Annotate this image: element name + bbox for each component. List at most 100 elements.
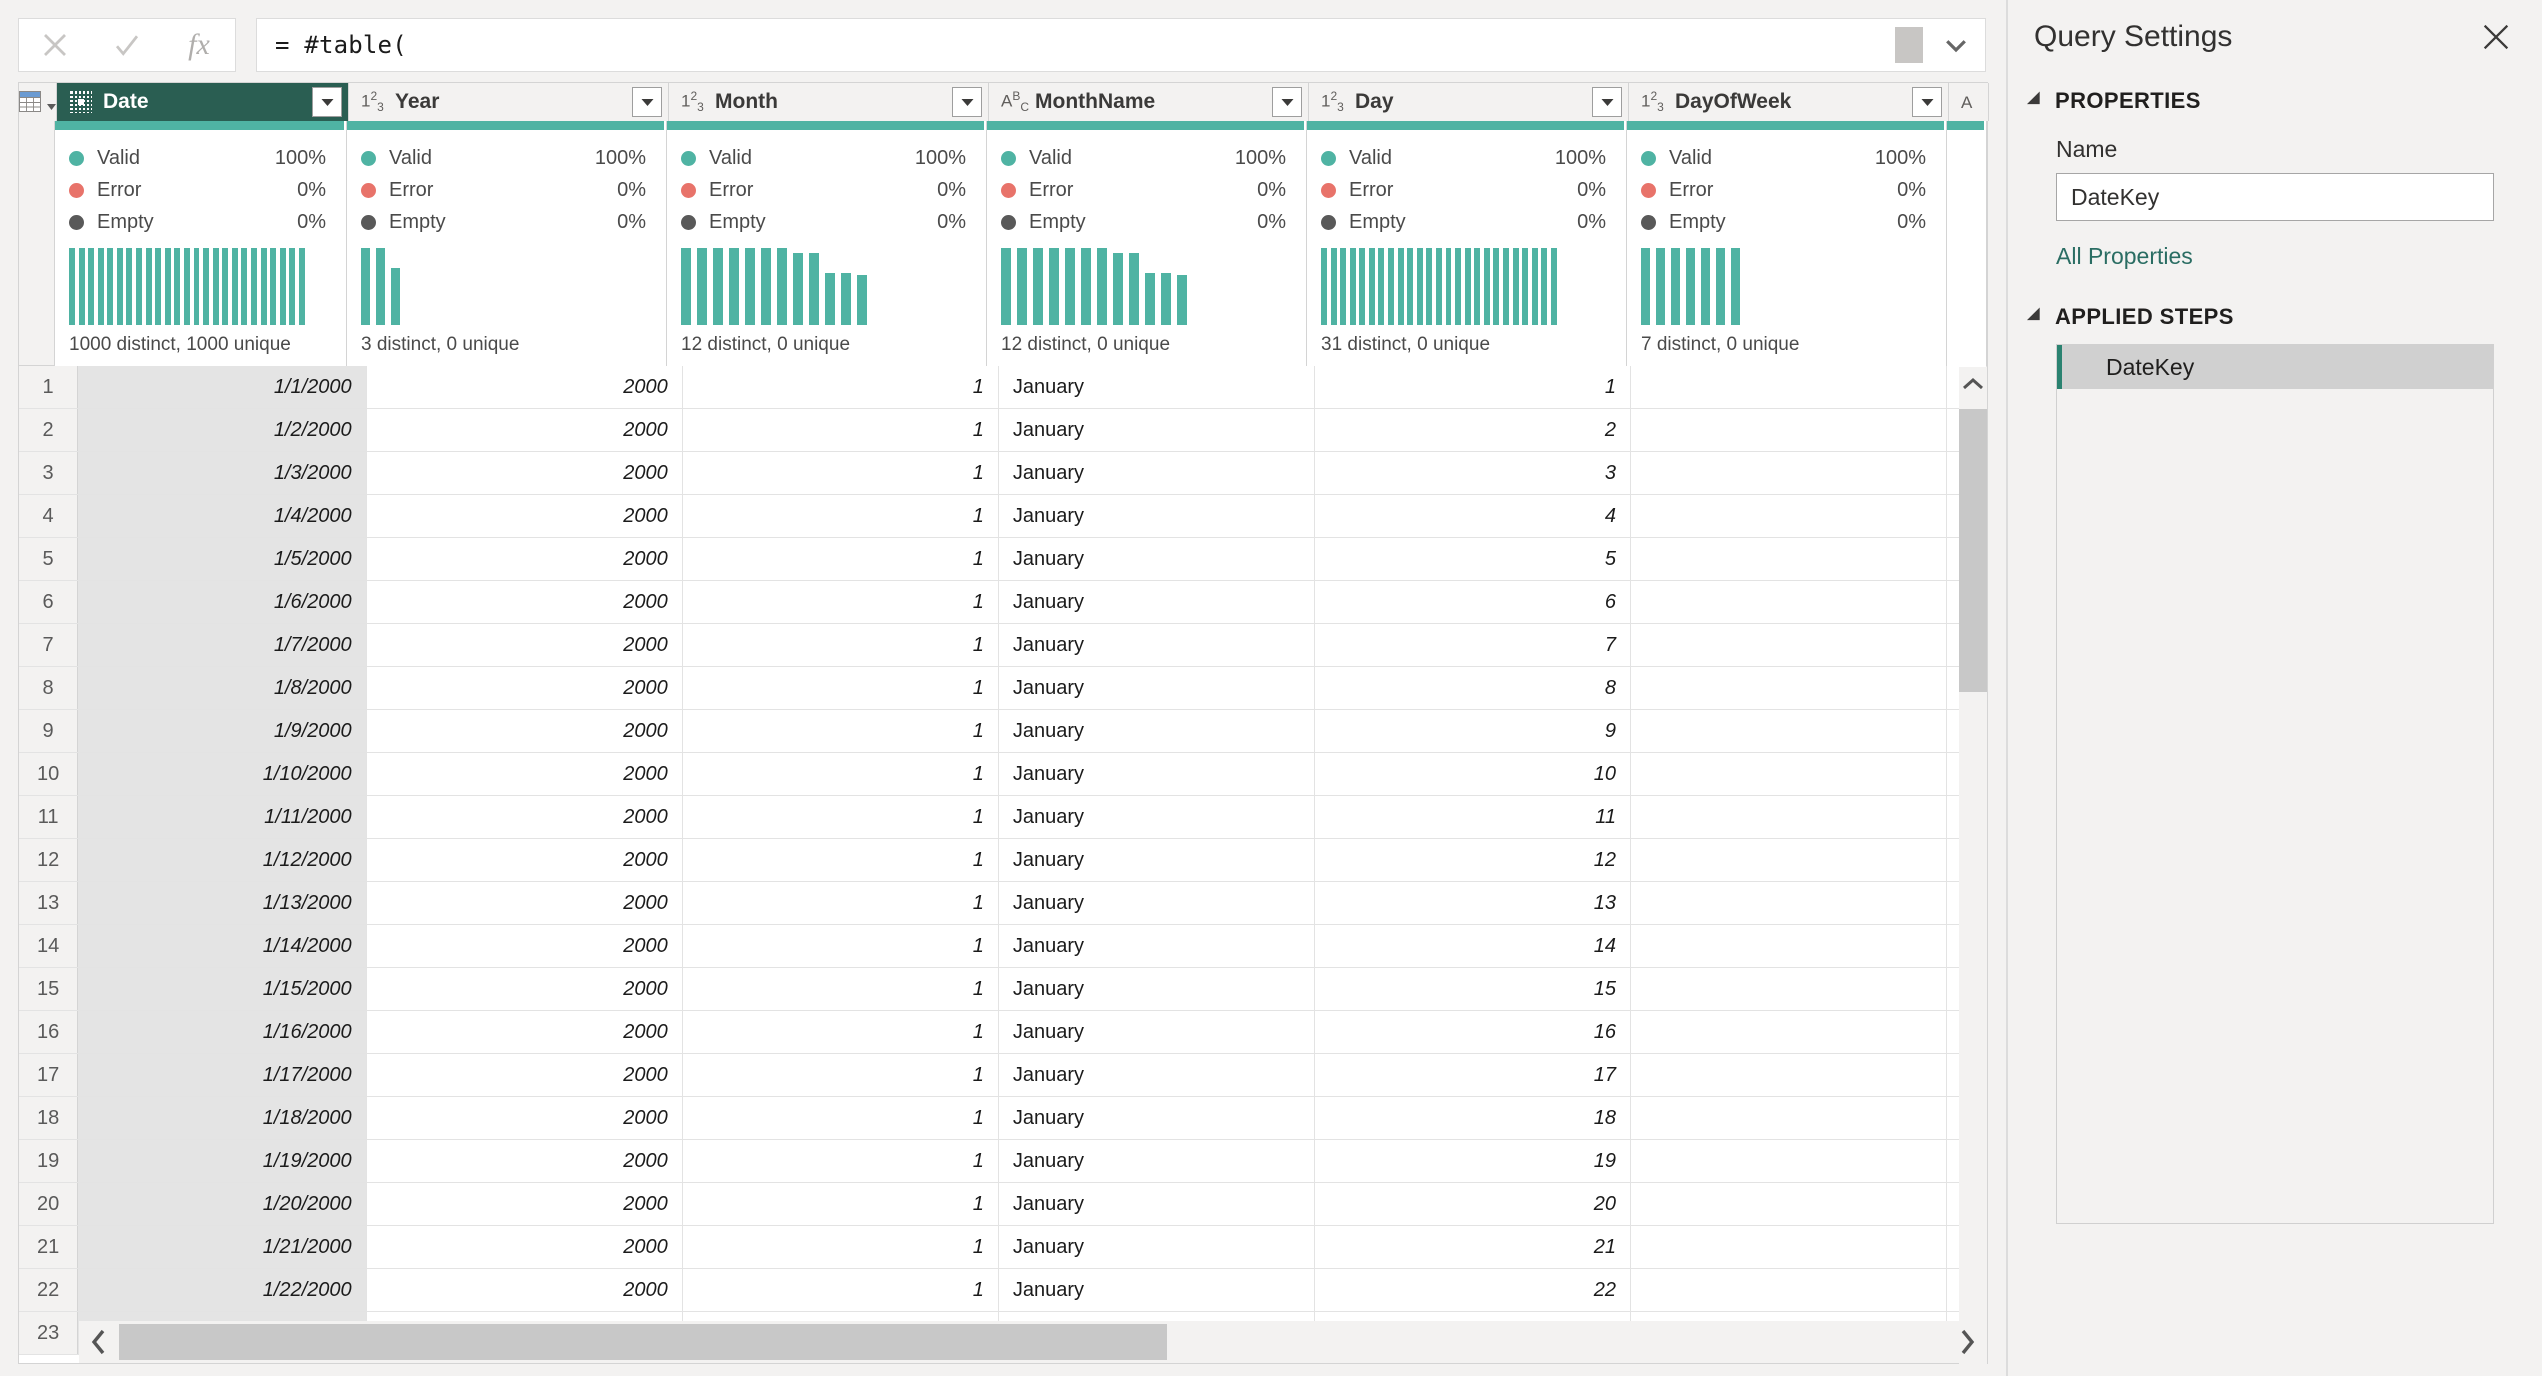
cell-date[interactable]: 1/9/2000 [78, 710, 367, 752]
horizontal-scrollbar[interactable] [79, 1321, 1987, 1363]
cell-dayofweek[interactable] [1631, 581, 1948, 623]
cell-date[interactable]: 1/12/2000 [78, 839, 367, 881]
applied-step-item[interactable]: DateKey [2057, 345, 2493, 389]
cell-date[interactable]: 1/13/2000 [78, 882, 367, 924]
cell-monthname[interactable]: January [999, 710, 1315, 752]
cell-dayofweek[interactable] [1631, 1140, 1948, 1182]
cell-year[interactable]: 2000 [367, 1183, 683, 1225]
cell-dayofweek[interactable] [1631, 1097, 1948, 1139]
table-row[interactable]: 7 1/7/2000 2000 1 January 7 [19, 624, 1987, 667]
cell-monthname[interactable]: January [999, 581, 1315, 623]
table-row[interactable]: 11 1/11/2000 2000 1 January 11 [19, 796, 1987, 839]
cell-day[interactable]: 15 [1315, 968, 1632, 1010]
cell-year[interactable]: 2000 [367, 753, 683, 795]
scroll-up-icon[interactable] [1959, 367, 1987, 401]
cell-year[interactable]: 2000 [367, 452, 683, 494]
column-filter-dropdown-icon[interactable] [632, 87, 662, 117]
column-filter-dropdown-icon[interactable] [1272, 87, 1302, 117]
cell-year[interactable]: 2000 [367, 882, 683, 924]
cell-dayofweek[interactable] [1631, 1269, 1948, 1311]
cell-month[interactable]: 1 [683, 1183, 999, 1225]
table-row[interactable]: 18 1/18/2000 2000 1 January 18 [19, 1097, 1987, 1140]
table-row[interactable]: 9 1/9/2000 2000 1 January 9 [19, 710, 1987, 753]
cell-monthname[interactable]: January [999, 753, 1315, 795]
table-row[interactable]: 6 1/6/2000 2000 1 January 6 [19, 581, 1987, 624]
cell-day[interactable]: 20 [1315, 1183, 1632, 1225]
cell-dayofweek[interactable] [1631, 882, 1948, 924]
cell-month[interactable]: 1 [683, 409, 999, 451]
table-row[interactable]: 13 1/13/2000 2000 1 January 13 [19, 882, 1987, 925]
cell-month[interactable]: 1 [683, 1097, 999, 1139]
column-filter-dropdown-icon[interactable] [312, 87, 342, 117]
cell-dayofweek[interactable] [1631, 1011, 1948, 1053]
cell-year[interactable]: 2000 [367, 538, 683, 580]
table-row[interactable]: 10 1/10/2000 2000 1 January 10 [19, 753, 1987, 796]
chevron-down-icon[interactable] [1937, 26, 1975, 64]
cell-month[interactable]: 1 [683, 796, 999, 838]
cell-month[interactable]: 1 [683, 581, 999, 623]
cell-date[interactable]: 1/8/2000 [78, 667, 367, 709]
cell-day[interactable]: 14 [1315, 925, 1632, 967]
cell-monthname[interactable]: January [999, 1269, 1315, 1311]
cell-monthname[interactable]: January [999, 495, 1315, 537]
cell-dayofweek[interactable] [1631, 409, 1948, 451]
cell-day[interactable]: 19 [1315, 1140, 1632, 1182]
cell-dayofweek[interactable] [1631, 1226, 1948, 1268]
table-row[interactable]: 20 1/20/2000 2000 1 January 20 [19, 1183, 1987, 1226]
cell-day[interactable]: 9 [1315, 710, 1632, 752]
column-header-date[interactable]: Date [57, 83, 349, 121]
cell-date[interactable]: 1/14/2000 [78, 925, 367, 967]
cell-month[interactable]: 1 [683, 538, 999, 580]
cell-month[interactable]: 1 [683, 1226, 999, 1268]
column-filter-dropdown-icon[interactable] [952, 87, 982, 117]
cell-day[interactable]: 3 [1315, 452, 1632, 494]
table-row[interactable]: 14 1/14/2000 2000 1 January 14 [19, 925, 1987, 968]
cell-year[interactable]: 2000 [367, 925, 683, 967]
cell-year[interactable]: 2000 [367, 667, 683, 709]
cell-monthname[interactable]: January [999, 452, 1315, 494]
cell-year[interactable]: 2000 [367, 1226, 683, 1268]
cell-month[interactable]: 1 [683, 1054, 999, 1096]
table-row[interactable]: 19 1/19/2000 2000 1 January 19 [19, 1140, 1987, 1183]
cell-month[interactable]: 1 [683, 366, 999, 408]
column-header-partial[interactable]: A [1949, 83, 1989, 121]
table-row[interactable]: 21 1/21/2000 2000 1 January 21 [19, 1226, 1987, 1269]
cell-date[interactable]: 1/20/2000 [78, 1183, 367, 1225]
cell-month[interactable]: 1 [683, 882, 999, 924]
cell-day[interactable]: 11 [1315, 796, 1632, 838]
cell-month[interactable]: 1 [683, 925, 999, 967]
cell-day[interactable]: 1 [1315, 366, 1632, 408]
column-header-year[interactable]: 123 Year [349, 83, 669, 121]
cell-day[interactable]: 8 [1315, 667, 1632, 709]
table-row[interactable]: 4 1/4/2000 2000 1 January 4 [19, 495, 1987, 538]
scroll-left-icon[interactable] [79, 1321, 119, 1363]
cell-month[interactable]: 1 [683, 839, 999, 881]
cell-day[interactable]: 22 [1315, 1269, 1632, 1311]
cell-date[interactable]: 1/17/2000 [78, 1054, 367, 1096]
cell-year[interactable]: 2000 [367, 1140, 683, 1182]
cancel-icon[interactable] [27, 19, 83, 71]
cell-date[interactable]: 1/7/2000 [78, 624, 367, 666]
column-header-monthname[interactable]: ABC MonthName [989, 83, 1309, 121]
cell-day[interactable]: 7 [1315, 624, 1632, 666]
table-row[interactable]: 8 1/8/2000 2000 1 January 8 [19, 667, 1987, 710]
cell-year[interactable]: 2000 [367, 1097, 683, 1139]
cell-day[interactable]: 2 [1315, 409, 1632, 451]
cell-dayofweek[interactable] [1631, 538, 1948, 580]
cell-dayofweek[interactable] [1631, 452, 1948, 494]
cell-month[interactable]: 1 [683, 1140, 999, 1182]
cell-date[interactable]: 1/4/2000 [78, 495, 367, 537]
cell-year[interactable]: 2000 [367, 1011, 683, 1053]
cell-monthname[interactable]: January [999, 882, 1315, 924]
cell-year[interactable]: 2000 [367, 581, 683, 623]
fx-icon[interactable]: fx [171, 19, 227, 71]
cell-date[interactable]: 1/2/2000 [78, 409, 367, 451]
cell-month[interactable]: 1 [683, 667, 999, 709]
cell-year[interactable]: 2000 [367, 710, 683, 752]
table-row[interactable]: 5 1/5/2000 2000 1 January 5 [19, 538, 1987, 581]
formula-scrollbar-thumb[interactable] [1895, 27, 1923, 63]
table-row[interactable]: 12 1/12/2000 2000 1 January 12 [19, 839, 1987, 882]
cell-monthname[interactable]: January [999, 1226, 1315, 1268]
cell-date[interactable]: 1/6/2000 [78, 581, 367, 623]
cell-year[interactable]: 2000 [367, 624, 683, 666]
